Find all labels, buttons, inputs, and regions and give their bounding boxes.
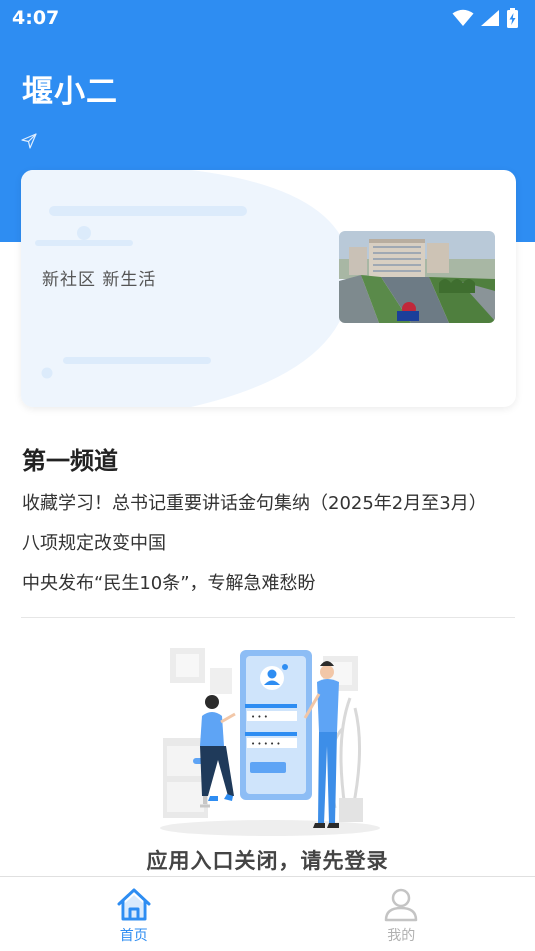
news-list: 收藏学习！总书记重要讲话金句集纳（2025年2月至3月） 八项规定改变中国 中央…: [22, 490, 517, 610]
user-icon: [385, 888, 418, 922]
bottom-nav: 首页 我的: [0, 876, 535, 951]
nav-label-home: 首页: [119, 928, 148, 944]
login-illustration: • • • • • • • •: [160, 648, 380, 836]
banner-card[interactable]: 新社区 新生活: [21, 170, 516, 407]
svg-text:• • • • •: • • • • •: [251, 740, 281, 748]
svg-text:• • •: • • •: [251, 713, 268, 721]
home-icon: [117, 888, 151, 921]
status-time: 4:07: [12, 7, 60, 29]
wifi-icon: [452, 9, 474, 26]
battery-charging-icon: [507, 8, 518, 28]
nav-item-profile[interactable]: 我的: [268, 877, 535, 951]
status-icons: [452, 8, 519, 28]
status-bar: 4:07: [0, 0, 535, 36]
banner-slogan: 新社区 新生活: [42, 270, 157, 290]
signal-icon: [481, 10, 499, 26]
divider: [21, 617, 515, 618]
send-icon[interactable]: [21, 133, 37, 149]
nav-item-home[interactable]: 首页: [0, 877, 268, 951]
town-street-photo[interactable]: [339, 231, 495, 323]
nav-label-profile: 我的: [387, 928, 416, 944]
login-notice: 应用入口关闭，请先登录: [146, 849, 389, 873]
home-screen: 4:07 堰小二 新社区 新生活 第一频道 收藏学习！总书记重要讲话金句集纳（2…: [0, 0, 535, 951]
app-title: 堰小二: [22, 74, 118, 110]
news-item[interactable]: 中央发布“民生10条”，专解急难愁盼: [22, 570, 517, 610]
news-item[interactable]: 八项规定改变中国: [22, 530, 517, 570]
news-item[interactable]: 收藏学习！总书记重要讲话金句集纳（2025年2月至3月）: [22, 490, 517, 530]
channel-title: 第一频道: [22, 447, 118, 475]
